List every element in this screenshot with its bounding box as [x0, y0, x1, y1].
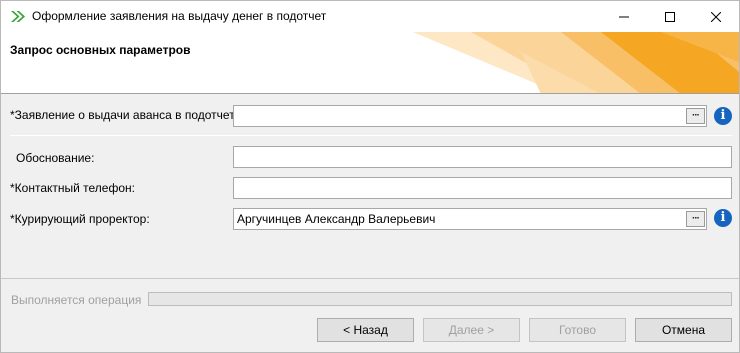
maximize-button[interactable] [647, 1, 693, 32]
double-chevron-app-icon [11, 11, 25, 22]
wizard-header: Запрос основных параметров [1, 32, 739, 94]
operation-status-label: Выполняется операция [11, 293, 142, 307]
prorector-browse-button[interactable]: ··· [686, 211, 705, 227]
parameters-form: *Заявление о выдачи аванса в подотчет: ·… [1, 95, 739, 278]
minimize-icon [619, 16, 629, 17]
phone-label: *Контактный телефон: [10, 181, 135, 195]
justification-label: Обоснование: [16, 151, 95, 165]
maximize-icon [665, 11, 675, 22]
prorector-field[interactable]: Аргучинцев Александр Валерьевич [233, 208, 707, 230]
phone-field[interactable] [233, 177, 732, 199]
close-icon [711, 11, 721, 22]
info-icon[interactable]: i [714, 107, 732, 125]
footer-divider [1, 278, 739, 279]
next-button[interactable]: Далее > [423, 318, 520, 342]
progress-bar [148, 292, 732, 306]
banner-graphic [413, 32, 739, 93]
advance-statement-label: *Заявление о выдачи аванса в подотчет: [10, 108, 239, 122]
dialog-window: Оформление заявления на выдачу денег в п… [0, 0, 740, 353]
info-icon[interactable]: i [714, 209, 732, 227]
done-button[interactable]: Готово [529, 318, 626, 342]
divider [10, 135, 732, 136]
window-title: Оформление заявления на выдачу денег в п… [32, 9, 327, 23]
minimize-button[interactable] [601, 1, 647, 32]
justification-field[interactable] [233, 146, 732, 168]
advance-statement-browse-button[interactable]: ··· [686, 108, 705, 124]
page-title: Запрос основных параметров [10, 43, 191, 57]
title-bar: Оформление заявления на выдачу денег в п… [1, 1, 739, 32]
advance-statement-field[interactable] [233, 105, 707, 127]
ellipsis-icon: ··· [692, 110, 700, 121]
back-button[interactable]: < Назад [317, 318, 414, 342]
prorector-label: *Курирующий проректор: [10, 212, 150, 226]
cancel-button[interactable]: Отмена [635, 318, 732, 342]
close-button[interactable] [693, 1, 739, 32]
ellipsis-icon: ··· [692, 213, 700, 224]
